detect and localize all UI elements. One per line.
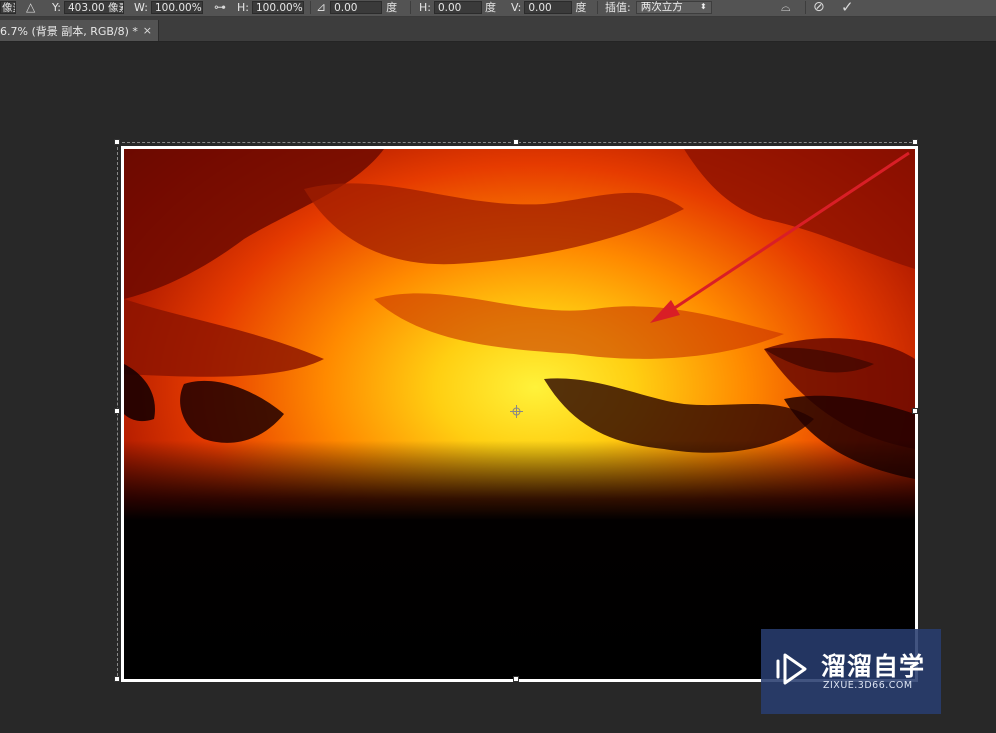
divider [310, 1, 311, 14]
play-logo-icon [776, 653, 807, 685]
transform-handle-bottom-left[interactable] [114, 676, 120, 682]
transform-handle-left[interactable] [114, 408, 120, 414]
document-tab-title: 6.7% (背景 副本, RGB/8) * [0, 24, 138, 38]
updown-arrows-icon: ⬍ [700, 2, 707, 11]
warp-mode-button[interactable]: ⌓ [781, 0, 791, 14]
divider [410, 1, 411, 14]
w-input[interactable]: 100.00% [150, 0, 203, 14]
triangle-icon: △ [26, 0, 36, 14]
hskew-unit: 度 [484, 1, 496, 14]
commit-transform-button[interactable]: ✓ [841, 0, 854, 16]
h-group: H: 100.00% [237, 0, 304, 14]
transform-handle-top[interactable] [513, 139, 519, 145]
document-tab-bar: 6.7% (背景 副本, RGB/8) * × [0, 17, 996, 42]
watermark: 溜溜自学 ZIXUE.3D66.COM [761, 629, 941, 714]
transform-handle-top-left[interactable] [114, 139, 120, 145]
vskew-unit: 度 [575, 1, 587, 14]
chain-link-icon: ⊶ [214, 0, 226, 14]
x-unit[interactable]: 像素 [0, 0, 16, 14]
rotate-input[interactable]: 0.00 [330, 0, 383, 14]
w-label: W: [134, 0, 148, 14]
y-label: Y: [52, 0, 61, 14]
checkmark-icon: ✓ [841, 0, 854, 16]
vskew-label: V: [511, 0, 522, 14]
divider [805, 1, 806, 14]
y-group: Y: 403.00 像素 [52, 0, 124, 14]
h-label: H: [237, 0, 249, 14]
interpolation-value: 两次立方 [640, 1, 683, 13]
x-field-tail: 像素 [0, 0, 16, 14]
transform-handle-bottom[interactable] [513, 676, 519, 682]
document-tab[interactable]: 6.7% (背景 副本, RGB/8) * × [0, 20, 159, 41]
divider [597, 1, 598, 14]
watermark-url: ZIXUE.3D66.COM [823, 680, 913, 691]
watermark-title: 溜溜自学 [821, 652, 926, 681]
rotate-unit: 度 [386, 1, 398, 14]
reference-point-delta-icon[interactable]: △ [26, 0, 35, 14]
interpolation-label: 插值: [605, 1, 631, 14]
options-bar: 像素 △ Y: 403.00 像素 W: 100.00% ⊶ H: 100.00… [0, 0, 996, 17]
close-icon[interactable]: × [143, 24, 152, 37]
link-icon[interactable]: ⊶ [214, 0, 226, 14]
interpolation-group: 插值: 两次立方 ⬍ [605, 0, 712, 14]
rotate-angle-icon: ⊿ [316, 0, 327, 14]
interpolation-select[interactable]: 两次立方 ⬍ [635, 0, 712, 14]
transform-handle-right[interactable] [912, 408, 918, 414]
hskew-input[interactable]: 0.00 [433, 0, 482, 14]
reference-point-icon[interactable] [510, 405, 523, 418]
hskew-label: H: [419, 0, 431, 14]
cancel-transform-button[interactable]: ⊘ [813, 0, 825, 14]
warp-icon: ⌓ [781, 0, 791, 14]
rotate-group: ⊿ 0.00 度 [316, 0, 397, 14]
h-input[interactable]: 100.00% [251, 0, 304, 14]
y-input[interactable]: 403.00 像素 [63, 0, 124, 14]
cancel-icon: ⊘ [813, 0, 825, 15]
transform-handle-top-right[interactable] [912, 139, 918, 145]
w-group: W: 100.00% [134, 0, 203, 14]
vskew-input[interactable]: 0.00 [524, 0, 573, 14]
vskew-group: V: 0.00 度 [511, 0, 586, 14]
hskew-group: H: 0.00 度 [419, 0, 496, 14]
